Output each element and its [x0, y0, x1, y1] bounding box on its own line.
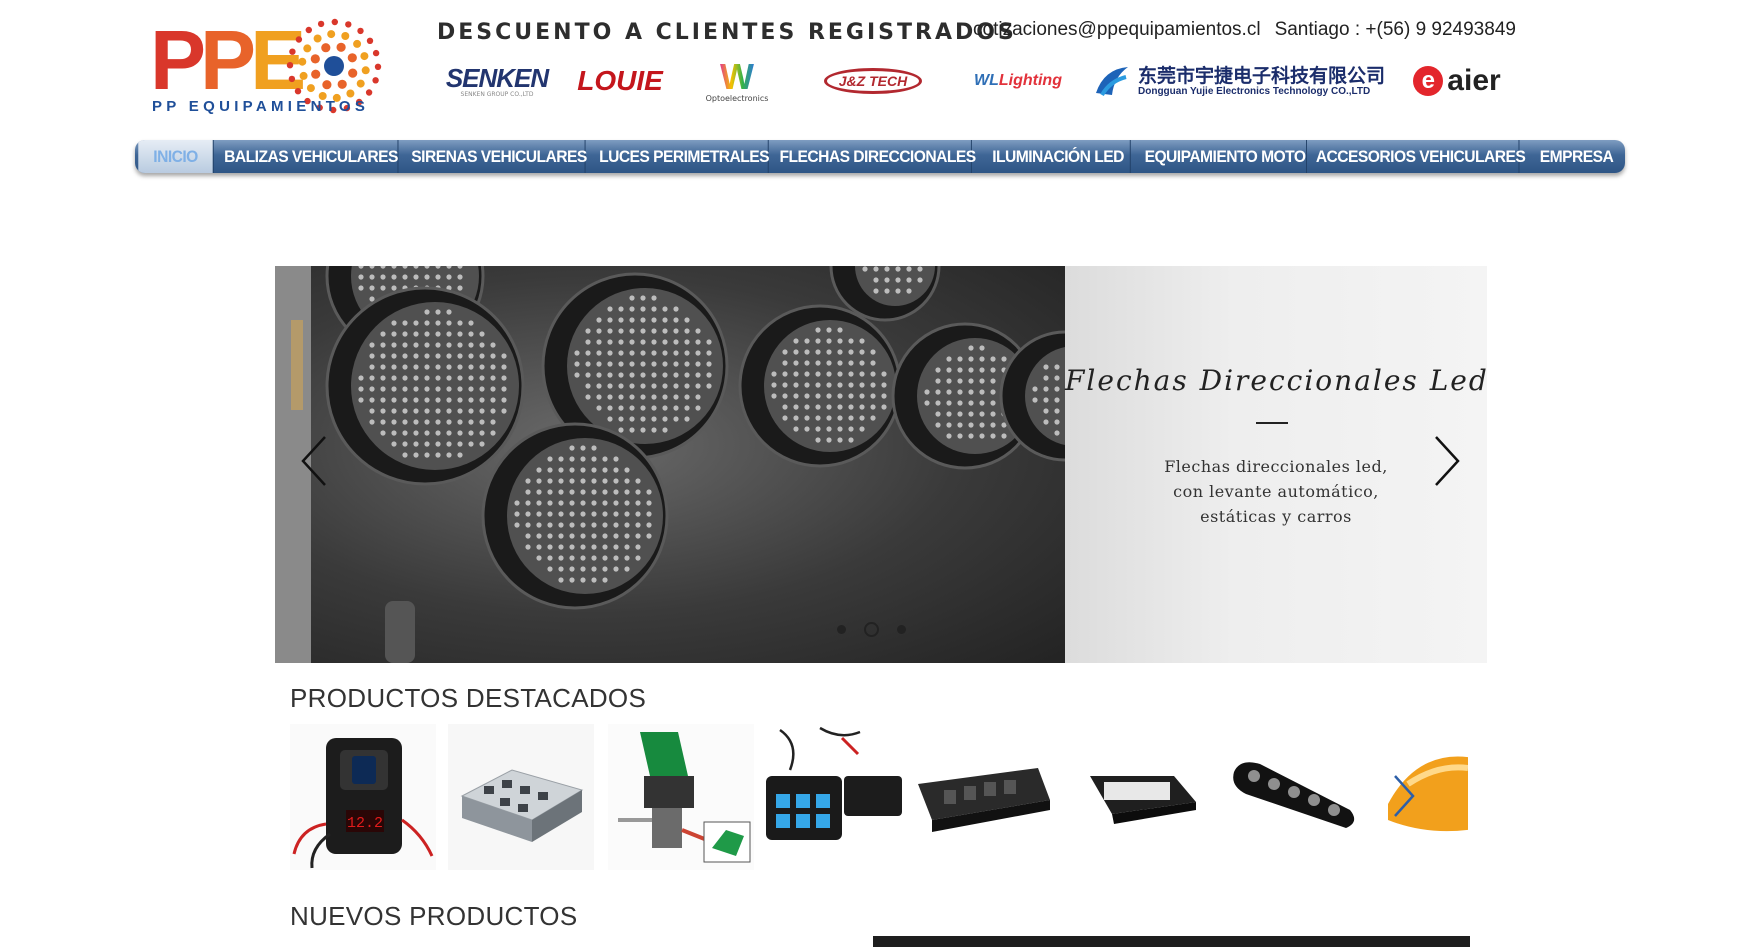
yujie-emblem-icon: [1096, 67, 1128, 97]
aier-e-badge: e: [1413, 66, 1444, 96]
logo-tagline: PP EQUIPAMIENTOS: [152, 98, 370, 115]
product-battery-monitor-switch-panel[interactable]: 12.2: [290, 724, 436, 870]
product-led-light-bar[interactable]: [1220, 724, 1366, 870]
senken-subtitle: SENKEN GROUP CO.,LTD: [460, 90, 534, 98]
slide-image-led-arrows: [275, 266, 1131, 663]
slide-description-line: con levante automático,: [1173, 482, 1379, 501]
partner-logo-louie[interactable]: LOUIE: [575, 56, 665, 106]
slide-description-line: estáticas y carros: [1200, 507, 1352, 526]
senken-wordmark: SENKEN: [445, 62, 549, 93]
nav-item-inicio[interactable]: INICIO: [138, 140, 214, 173]
nav-item-empresa[interactable]: EMPRESA: [1532, 140, 1621, 173]
w-subtitle: Optoelectronics: [705, 93, 769, 103]
slider-next-arrow-icon[interactable]: [1432, 434, 1462, 488]
slide-divider: [1256, 422, 1288, 424]
aier-wordmark: aier: [1447, 64, 1501, 97]
nav-item-balizas-vehiculares[interactable]: BALIZAS VEHICULARES: [224, 140, 398, 173]
nav-item-equipamiento-moto[interactable]: EQUIPAMIENTO MOTO: [1144, 140, 1307, 173]
nav-item-accesorios-vehiculares[interactable]: ACCESORIOS VEHICULARES: [1316, 140, 1526, 173]
nav-item-luces-perimetrales[interactable]: LUCES PERIMETRALES: [599, 140, 770, 173]
site-logo[interactable]: PPE PP EQUIPAMIENTOS: [150, 18, 390, 118]
w-mark: W: [720, 55, 754, 97]
products-next-arrow-icon[interactable]: [1392, 774, 1416, 818]
svg-text:12.2: 12.2: [347, 815, 383, 832]
featured-products-carousel: 12.2: [290, 724, 1468, 870]
hero-slider[interactable]: Flechas Direccionales Led Flechas direcc…: [275, 266, 1487, 663]
jz-wordmark: J&Z TECH: [823, 68, 923, 94]
slide-title: Flechas Direccionales Led: [1065, 364, 1487, 397]
product-switch-row-mount[interactable]: [910, 724, 1056, 870]
product-led-strobe-light[interactable]: [1066, 724, 1212, 870]
product-toggle-switch-green-cover[interactable]: [608, 724, 754, 870]
contact-info: cotizaciones@ppequipamientos.cl Santiago …: [973, 19, 1516, 41]
section-title-new: NUEVOS PRODUCTOS: [290, 901, 578, 931]
nav-item-sirenas-vehiculares[interactable]: SIRENAS VEHICULARES: [411, 140, 587, 173]
slider-dot-1[interactable]: [837, 625, 846, 634]
partner-logo-optoelectronics[interactable]: W Optoelectronics: [692, 56, 782, 106]
partner-logo-aier[interactable]: e aier: [1392, 56, 1522, 106]
yujie-english-name: Dongguan Yujie Electronics Technology CO…: [1138, 85, 1371, 97]
nav-item-flechas-direccionales[interactable]: FLECHAS DIRECCIONALES: [780, 140, 976, 173]
slider-pagination: [837, 622, 906, 637]
slider-dot-2[interactable]: [864, 622, 879, 637]
slide-description: Flechas direccionales led, con levante a…: [1065, 454, 1487, 529]
partner-logo-wl-lighting[interactable]: WL Lighting: [963, 56, 1073, 106]
wl-wordmark: WL: [974, 72, 999, 89]
contact-phone: Santiago : +(56) 9 92493849: [1274, 19, 1516, 40]
nav-item-iluminacion-led[interactable]: ILUMINACIÓN LED: [986, 140, 1131, 173]
contact-email[interactable]: cotizaciones@ppequipamientos.cl: [973, 19, 1261, 40]
section-title-featured: PRODUCTOS DESTACADOS: [290, 683, 647, 713]
product-switch-panel-controller[interactable]: [760, 724, 906, 870]
promo-banner: DESCUENTO A CLIENTES REGISTRADOS: [437, 20, 1017, 45]
slider-prev-arrow-icon[interactable]: [299, 434, 329, 488]
new-products-preview[interactable]: [873, 936, 1470, 947]
slide-description-line: Flechas direccionales led,: [1164, 457, 1388, 476]
led-lamps-illustration: [275, 266, 1131, 663]
yujie-chinese-name: 东莞市宇捷电子科技有限公司: [1138, 64, 1386, 87]
main-nav: INICIO BALIZAS VEHICULARES SIRENAS VEHIC…: [135, 140, 1625, 173]
partner-logo-senken[interactable]: SENKEN SENKEN GROUP CO.,LTD: [442, 56, 552, 106]
partner-logo-jz-tech[interactable]: J&Z TECH: [808, 56, 938, 106]
wl-lighting-word: Lighting: [998, 72, 1062, 89]
product-fuse-block[interactable]: [448, 724, 594, 870]
partner-logo-yujie[interactable]: 东莞市宇捷电子科技有限公司 Dongguan Yujie Electronics…: [1092, 56, 1392, 106]
slider-dot-3[interactable]: [897, 625, 906, 634]
partner-logos: SENKEN SENKEN GROUP CO.,LTD LOUIE W Opto…: [430, 56, 1522, 106]
